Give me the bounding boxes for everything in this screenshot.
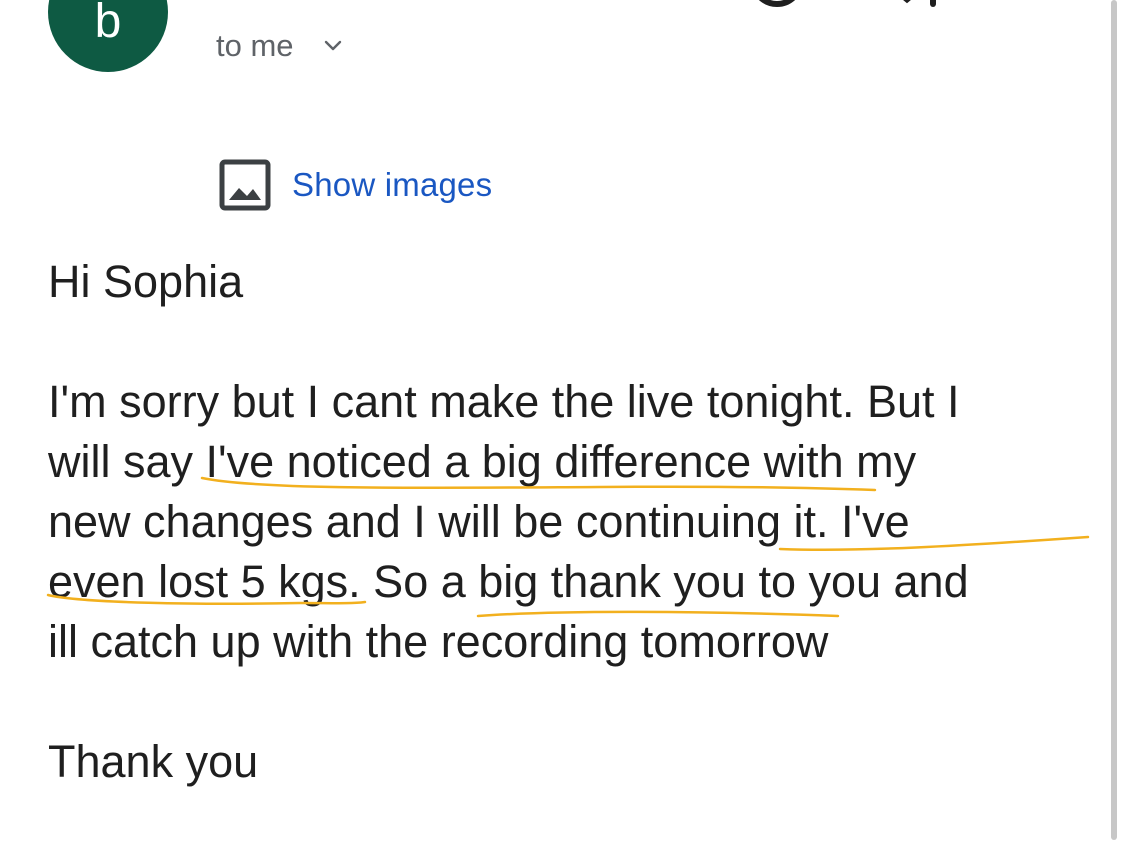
- signoff: Thank you: [48, 736, 259, 787]
- scrollbar[interactable]: [1109, 0, 1119, 853]
- scrollbar-thumb[interactable]: [1111, 0, 1117, 840]
- paragraph-line: will say I've noticed a big difference w…: [48, 436, 917, 487]
- recipient-label: to me: [216, 28, 294, 63]
- chevron-down-icon[interactable]: [324, 37, 342, 55]
- email-message-view: b to me Show images Hi Sophia I'm sorry …: [0, 0, 1125, 853]
- message-paragraph: I'm sorry but I cant make the live tonig…: [48, 372, 1088, 672]
- paragraph-line: new changes and I will be continuing it.…: [48, 496, 910, 547]
- show-images-link[interactable]: Show images: [292, 166, 492, 204]
- sender-avatar[interactable]: b: [48, 0, 168, 72]
- paragraph-line: even lost 5 kgs. So a big thank you to y…: [48, 556, 969, 607]
- avatar-letter: b: [94, 0, 122, 48]
- show-images-row[interactable]: Show images: [218, 158, 492, 212]
- image-icon: [219, 159, 271, 211]
- greeting: Hi Sophia: [48, 256, 244, 307]
- message-body: Hi Sophia I'm sorry but I cant make the …: [48, 252, 1088, 792]
- react-icon[interactable]: [753, 0, 801, 7]
- paragraph-line: ill catch up with the recording tomorrow: [48, 616, 829, 667]
- paragraph-line: I'm sorry but I cant make the live tonig…: [48, 376, 960, 427]
- recipient-row[interactable]: to me: [216, 28, 342, 64]
- header-action-icons: [753, 0, 936, 7]
